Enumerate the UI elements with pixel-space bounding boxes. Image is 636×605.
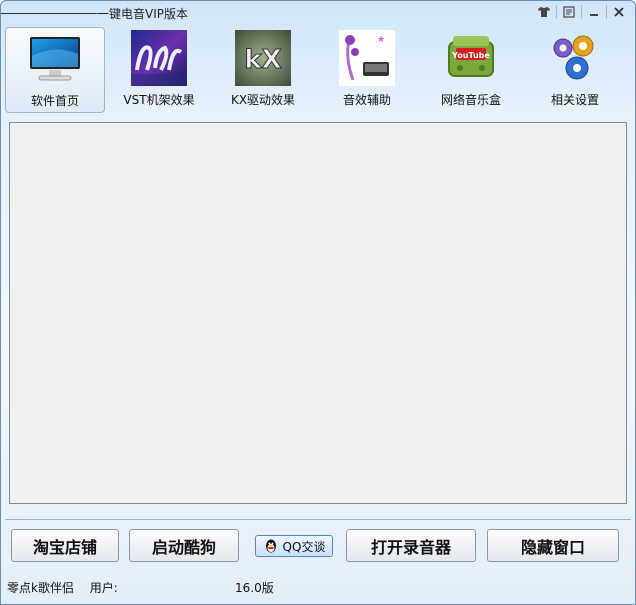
menu-icon [563, 6, 575, 18]
menu-button[interactable] [557, 3, 581, 21]
tool-settings[interactable]: 相关设置 [525, 27, 625, 113]
qq-penguin-icon [265, 539, 276, 553]
title-buttons [532, 3, 631, 21]
svg-text:★: ★ [377, 35, 385, 45]
close-button[interactable] [607, 3, 631, 21]
footer-divider [5, 519, 631, 520]
main-toolbar: 软件首页 VST机架效果 kX KX驱动效果 ★ 音效辅助 YouTube 网络… [5, 27, 631, 115]
window-title: 一键电音VIP版本 [97, 7, 188, 21]
launch-kugou-button[interactable]: 启动酷狗 [129, 529, 239, 562]
headset-icon: ★ [338, 29, 396, 87]
shirt-icon [538, 7, 550, 17]
status-user-label: 用户: [89, 581, 118, 595]
tool-sound[interactable]: ★ 音效辅助 [317, 27, 417, 113]
tool-music[interactable]: YouTube 网络音乐盒 [421, 27, 521, 113]
vst-rack-icon [130, 29, 188, 87]
close-icon [614, 7, 624, 17]
taobao-store-button[interactable]: 淘宝店铺 [11, 529, 119, 562]
tool-home-label: 软件首页 [30, 94, 79, 108]
title-decoration-line [1, 13, 97, 14]
content-panel [9, 122, 627, 504]
status-app-name: 零点k歌伴侣 [7, 581, 74, 595]
tool-kx-label: KX驱动效果 [230, 93, 296, 107]
status-bar: 零点k歌伴侣 用户: 16.0版 [7, 579, 274, 596]
tool-kx[interactable]: kX KX驱动效果 [213, 27, 313, 113]
tool-vst-label: VST机架效果 [123, 93, 195, 107]
minimize-icon [590, 14, 598, 16]
minimize-button[interactable] [582, 3, 606, 21]
qq-chat-button[interactable]: QQ交谈 [255, 535, 333, 557]
status-version: 16.0版 [235, 581, 274, 595]
tool-vst[interactable]: VST机架效果 [109, 27, 209, 113]
app-window: 一键电音VIP版本 软件首页 VST机架效果 kX KX驱动效果 ★ 音效辅助 … [0, 0, 636, 605]
tool-sound-label: 音效辅助 [342, 93, 391, 107]
hide-window-button[interactable]: 隐藏窗口 [487, 529, 619, 562]
gears-icon [546, 29, 604, 87]
open-recorder-button[interactable]: 打开录音器 [346, 529, 476, 562]
svg-text:YouTube: YouTube [451, 51, 490, 60]
tool-settings-label: 相关设置 [550, 93, 599, 107]
monitor-icon [26, 30, 84, 88]
kx-driver-icon: kX [234, 29, 292, 87]
title-bar[interactable]: 一键电音VIP版本 [1, 1, 635, 25]
qq-chat-label: QQ交谈 [282, 539, 326, 554]
tool-home[interactable]: 软件首页 [5, 27, 105, 113]
tool-music-label: 网络音乐盒 [440, 93, 501, 107]
youtube-radio-icon: YouTube [442, 29, 500, 87]
svg-text:kX: kX [244, 45, 281, 75]
skin-button[interactable] [532, 3, 556, 21]
